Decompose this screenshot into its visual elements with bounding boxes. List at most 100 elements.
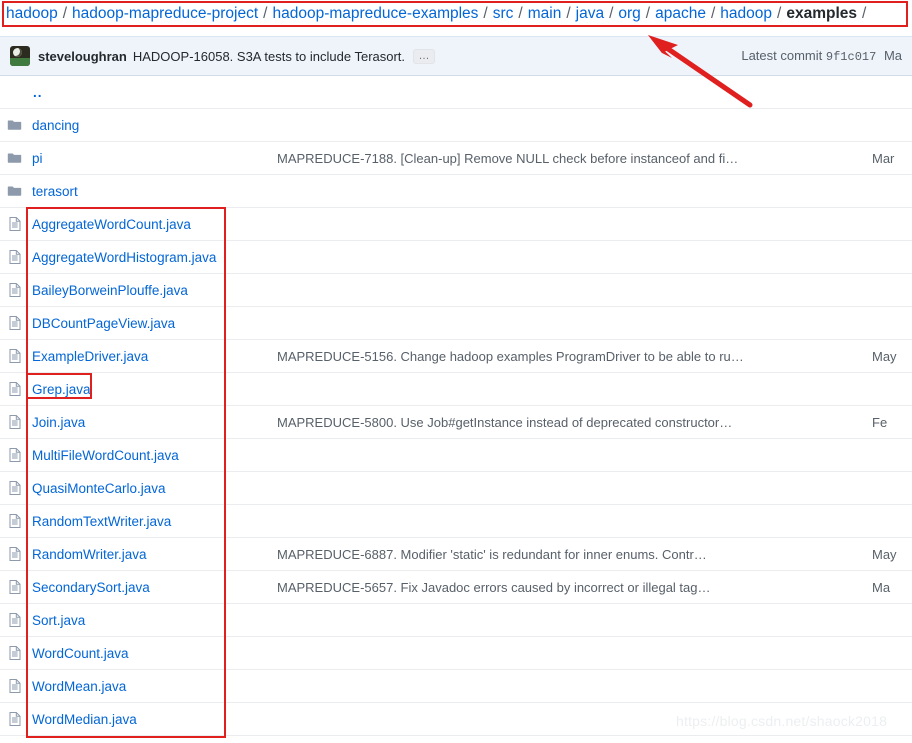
- entry-name-cell: DBCountPageView.java: [30, 316, 277, 331]
- entry-link-dancing[interactable]: dancing: [32, 118, 79, 133]
- entry-link-aggregatewordcount-java[interactable]: AggregateWordCount.java: [32, 217, 191, 232]
- table-row[interactable]: ExampleDriver.java MAPREDUCE-5156. Change…: [0, 340, 912, 373]
- commit-author-link[interactable]: steveloughran: [38, 49, 127, 64]
- entry-name-cell: BaileyBorweinPlouffe.java: [30, 283, 277, 298]
- entry-link-pi[interactable]: pi: [32, 151, 43, 166]
- table-row[interactable]: MultiFileWordCount.java: [0, 439, 912, 472]
- breadcrumb-item-java[interactable]: java: [576, 5, 604, 23]
- breadcrumb-item-main[interactable]: main: [528, 5, 562, 23]
- row-commit-message-link[interactable]: MAPREDUCE-5657. Fix Javadoc errors cause…: [277, 580, 711, 595]
- entry-name-cell: Sort.java: [30, 613, 277, 628]
- commit-message-link[interactable]: HADOOP-16058. S3A tests to include Teras…: [133, 49, 405, 64]
- entry-name-cell: Grep.java: [30, 382, 277, 397]
- file-icon-cell: [0, 414, 30, 430]
- table-row[interactable]: WordMean.java: [0, 670, 912, 703]
- commit-age-cell: Fe: [872, 414, 888, 430]
- file-icon: [9, 712, 21, 726]
- table-row[interactable]: Grep.java: [0, 373, 912, 406]
- breadcrumb-item-examples: examples: [786, 4, 857, 22]
- table-row[interactable]: AggregateWordHistogram.java: [0, 241, 912, 274]
- breadcrumb-separator: /: [483, 4, 488, 22]
- entry-name-cell: WordMedian.java: [30, 712, 277, 727]
- latest-commit-info: Latest commit 9f1c017 Ma: [741, 48, 902, 64]
- row-commit-message-link[interactable]: MAPREDUCE-7188. [Clean-up] Remove NULL c…: [277, 151, 738, 166]
- table-row[interactable]: DBCountPageView.java: [0, 307, 912, 340]
- file-icon-cell: [0, 282, 30, 298]
- file-icon-cell: [0, 348, 30, 364]
- table-row[interactable]: dancing: [0, 109, 912, 142]
- table-row[interactable]: SecondarySort.java MAPREDUCE-5657. Fix Ja…: [0, 571, 912, 604]
- entry-name-cell: MultiFileWordCount.java: [30, 448, 277, 463]
- entry-name-cell: QuasiMonteCarlo.java: [30, 481, 277, 496]
- entry-link-quasimontecarlo-java[interactable]: QuasiMonteCarlo.java: [32, 481, 166, 496]
- row-commit-message-link[interactable]: MAPREDUCE-5800. Use Job#getInstance inst…: [277, 415, 732, 430]
- row-commit-message-link[interactable]: MAPREDUCE-5156. Change hadoop examples P…: [277, 349, 744, 364]
- table-row-up-directory[interactable]: ..: [0, 76, 912, 109]
- file-icon: [9, 547, 21, 561]
- entry-link-wordcount-java[interactable]: WordCount.java: [32, 646, 129, 661]
- entry-link-randomwriter-java[interactable]: RandomWriter.java: [32, 547, 147, 562]
- commit-message-cell: MAPREDUCE-5800. Use Job#getInstance inst…: [277, 415, 872, 430]
- row-commit-message-link[interactable]: MAPREDUCE-6887. Modifier 'static' is red…: [277, 547, 707, 562]
- entry-link-baileyborweinplouffe-java[interactable]: BaileyBorweinPlouffe.java: [32, 283, 188, 298]
- up-directory-link[interactable]: ..: [0, 85, 43, 100]
- table-row[interactable]: AggregateWordCount.java: [0, 208, 912, 241]
- entry-link-wordmean-java[interactable]: WordMean.java: [32, 679, 126, 694]
- breadcrumb-item-src[interactable]: src: [493, 5, 514, 23]
- entry-link-sort-java[interactable]: Sort.java: [32, 613, 85, 628]
- entry-link-secondarysort-java[interactable]: SecondarySort.java: [32, 580, 150, 595]
- table-row[interactable]: WordCount.java: [0, 637, 912, 670]
- avatar[interactable]: [10, 46, 30, 66]
- file-icon: [9, 250, 21, 264]
- table-row[interactable]: RandomWriter.java MAPREDUCE-6887. Modifie…: [0, 538, 912, 571]
- table-row[interactable]: Sort.java: [0, 604, 912, 637]
- file-icon-cell: [0, 711, 30, 727]
- breadcrumb-item-hadoop-mapreduce-examples[interactable]: hadoop-mapreduce-examples: [272, 5, 478, 23]
- watermark-text: https://blog.csdn.net/shaock2018: [676, 713, 888, 729]
- commit-age-cell: May: [872, 546, 897, 562]
- entry-link-wordmedian-java[interactable]: WordMedian.java: [32, 712, 137, 727]
- commit-expand-button[interactable]: …: [413, 48, 436, 64]
- breadcrumb-item-hadoop[interactable]: hadoop: [6, 5, 58, 23]
- breadcrumb-item-apache[interactable]: apache: [655, 5, 706, 23]
- commit-age-cell: Mar: [872, 150, 895, 166]
- table-row[interactable]: Join.java MAPREDUCE-5800. Use Job#getInst…: [0, 406, 912, 439]
- breadcrumb-item-org[interactable]: org: [618, 5, 640, 23]
- entry-link-aggregatewordhistogram-java[interactable]: AggregateWordHistogram.java: [32, 250, 216, 265]
- entry-link-dbcountpageview-java[interactable]: DBCountPageView.java: [32, 316, 175, 331]
- breadcrumb-item-hadoop[interactable]: hadoop: [720, 5, 772, 23]
- table-row[interactable]: BaileyBorweinPlouffe.java: [0, 274, 912, 307]
- latest-commit-header: steveloughran HADOOP-16058. S3A tests to…: [0, 36, 912, 76]
- entry-name-cell: pi: [30, 151, 277, 166]
- entry-link-exampledriver-java[interactable]: ExampleDriver.java: [32, 349, 148, 364]
- entry-link-multifilewordcount-java[interactable]: MultiFileWordCount.java: [32, 448, 179, 463]
- folder-icon-cell: [0, 150, 30, 166]
- entry-name-cell: dancing: [30, 118, 277, 133]
- entry-name-cell: ExampleDriver.java: [30, 349, 277, 364]
- entry-name-cell: AggregateWordHistogram.java: [30, 250, 277, 265]
- file-icon: [9, 580, 21, 594]
- entry-link-grep-java[interactable]: Grep.java: [32, 382, 91, 397]
- table-row[interactable]: QuasiMonteCarlo.java: [0, 472, 912, 505]
- file-icon: [9, 316, 21, 330]
- file-icon-cell: [0, 645, 30, 661]
- commit-date: Ma: [883, 48, 902, 63]
- commit-sha-link[interactable]: 9f1c017: [826, 50, 876, 64]
- table-row[interactable]: RandomTextWriter.java: [0, 505, 912, 538]
- file-icon: [9, 415, 21, 429]
- entry-name-cell: RandomWriter.java: [30, 547, 277, 562]
- folder-icon-cell: [0, 183, 30, 199]
- entry-name-cell: WordCount.java: [30, 646, 277, 661]
- entry-name-cell: Join.java: [30, 415, 277, 430]
- breadcrumb-separator: /: [777, 4, 782, 22]
- folder-icon: [7, 153, 22, 163]
- commit-message-cell: MAPREDUCE-7188. [Clean-up] Remove NULL c…: [277, 151, 872, 166]
- commit-age-cell: May: [872, 348, 897, 364]
- entry-link-terasort[interactable]: terasort: [32, 184, 78, 199]
- table-row[interactable]: terasort: [0, 175, 912, 208]
- entry-link-join-java[interactable]: Join.java: [32, 415, 85, 430]
- table-row[interactable]: pi MAPREDUCE-7188. [Clean-up] Remove NULL…: [0, 142, 912, 175]
- entry-link-randomtextwriter-java[interactable]: RandomTextWriter.java: [32, 514, 171, 529]
- file-icon-cell: [0, 381, 30, 397]
- breadcrumb-item-hadoop-mapreduce-project[interactable]: hadoop-mapreduce-project: [72, 5, 258, 23]
